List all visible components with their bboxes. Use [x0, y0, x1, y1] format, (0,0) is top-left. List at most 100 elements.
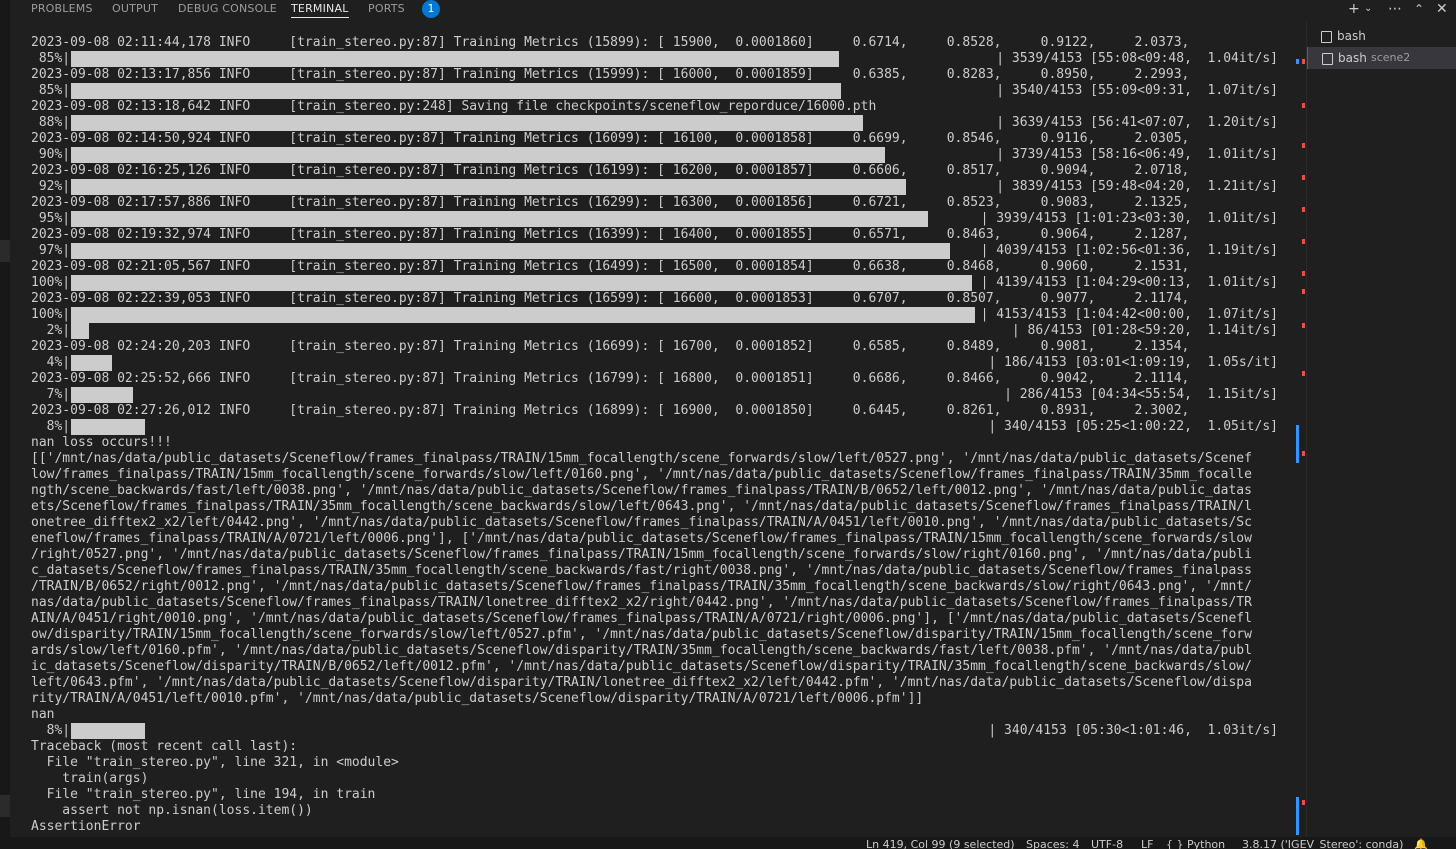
terminal-line: 2023-09-08 02:11:44,178 INFO [train_ster… — [31, 35, 1190, 50]
terminal-line: ow/disparity/TRAIN/15mm_focallength/scen… — [31, 627, 1252, 642]
info-mark — [1296, 425, 1299, 463]
progress-percent: 85%| — [31, 83, 71, 98]
progress-bar-fill — [71, 387, 133, 403]
error-mark — [1302, 207, 1305, 212]
progress-bar-fill — [71, 83, 841, 99]
terminal-icon — [1321, 31, 1332, 43]
terminal-item-bash-scene2[interactable]: bash scene2 — [1307, 47, 1456, 69]
progress-stats: | 286/4153 [04:34<55:54, 1.15it/s] — [1004, 387, 1278, 402]
plus-icon[interactable]: + — [1348, 0, 1360, 18]
progress-percent: 7%| — [31, 387, 71, 402]
progress-percent: 95%| — [31, 211, 71, 226]
terminal-line: assert not np.isnan(loss.item()) — [31, 803, 313, 818]
ellipsis-icon[interactable]: ⋯ — [1388, 0, 1402, 18]
error-mark — [1302, 59, 1305, 64]
progress-stats: | 186/4153 [03:01<1:09:19, 1.05s/it] — [988, 355, 1278, 370]
terminal-icon — [1322, 53, 1333, 65]
terminal-line: ets/Sceneflow/frames_finalpass/TRAIN/35m… — [31, 499, 1252, 514]
progress-percent: 92%| — [31, 179, 71, 194]
terminal-line: 2023-09-08 02:25:52,666 INFO [train_ster… — [31, 371, 1190, 386]
progress-bar-fill — [71, 275, 972, 291]
error-mark — [1302, 103, 1305, 108]
notifications-icon[interactable]: 🔔 — [1414, 838, 1428, 849]
terminal-line: File "train_stereo.py", line 194, in tra… — [31, 787, 376, 802]
terminal-line: nas/data/public_datasets/Sceneflow/frame… — [31, 595, 1252, 610]
language-mode[interactable]: { } Python — [1166, 838, 1225, 849]
progress-bar-fill — [71, 243, 950, 259]
progress-stats: | 4153/4153 [1:04:42<00:00, 1.07it/s] — [980, 307, 1278, 322]
progress-bar-fill — [71, 723, 145, 739]
indentation[interactable]: Spaces: 4 — [1026, 838, 1079, 849]
progress-percent: 2%| — [31, 323, 71, 338]
left-activity-strip — [0, 0, 10, 849]
terminal-line: 2023-09-08 02:14:50,924 INFO [train_ster… — [31, 131, 1190, 146]
cursor-position[interactable]: Ln 419, Col 99 (9 selected) — [866, 838, 1015, 849]
terminal-line: 2023-09-08 02:21:05,567 INFO [train_ster… — [31, 259, 1190, 274]
progress-stats: | 3839/4153 [59:48<04:20, 1.21it/s] — [996, 179, 1278, 194]
progress-stats: | 4139/4153 [1:04:29<00:13, 1.01it/s] — [980, 275, 1278, 290]
activity-mark — [0, 795, 10, 817]
terminal-line: ards/slow/left/0160.pfm', '/mnt/nas/data… — [31, 643, 1252, 658]
progress-stats: | 3939/4153 [1:01:23<03:30, 1.01it/s] — [980, 211, 1278, 226]
terminal-line: nan — [31, 707, 55, 722]
error-mark — [1302, 800, 1305, 805]
tab-debug-console[interactable]: DEBUG CONSOLE — [178, 1, 277, 21]
terminal-toolbar: + ⌄ ⋯ ⌃ ✕ — [1306, 0, 1456, 22]
progress-bar-fill — [71, 323, 89, 339]
encoding[interactable]: UTF-8 — [1091, 838, 1123, 849]
tab-ports[interactable]: PORTS — [368, 1, 405, 21]
terminal-output[interactable]: 2023-09-08 02:11:44,178 INFO [train_ster… — [31, 35, 1286, 835]
terminal-item-label: bash — [1337, 29, 1366, 43]
error-mark — [1302, 289, 1305, 294]
chevron-up-icon[interactable]: ⌃ — [1414, 0, 1424, 18]
terminal-line: ngth/scene_backwards/fast/left/0038.png'… — [31, 483, 1252, 498]
terminal-line: 2023-09-08 02:16:25,126 INFO [train_ster… — [31, 163, 1190, 178]
progress-bar-fill — [71, 419, 145, 435]
progress-stats: | 3540/4153 [55:09<09:31, 1.07it/s] — [996, 83, 1278, 98]
progress-bar-fill — [71, 51, 839, 67]
chevron-down-icon[interactable]: ⌄ — [1364, 0, 1372, 18]
close-icon[interactable]: ✕ — [1436, 0, 1448, 18]
terminal-line: eneflow/frames_finalpass/TRAIN/A/0721/le… — [31, 531, 1252, 546]
progress-bar-fill — [71, 307, 975, 323]
terminal-line: 2023-09-08 02:22:39,053 INFO [train_ster… — [31, 291, 1190, 306]
info-mark — [1296, 797, 1299, 835]
terminal-line: AssertionError — [31, 819, 141, 834]
progress-stats: | 3639/4153 [56:41<07:07, 1.20it/s] — [996, 115, 1278, 130]
progress-stats: | 86/4153 [01:28<59:20, 1.14it/s] — [1011, 323, 1278, 338]
terminal-line: AIN/A/0451/right/0010.png', '/mnt/nas/da… — [31, 611, 1252, 626]
progress-percent: 100%| — [31, 307, 71, 322]
python-interpreter[interactable]: 3.8.17 ('IGEV_Stereo': conda) — [1242, 838, 1403, 849]
terminal-line: File "train_stereo.py", line 321, in <mo… — [31, 755, 399, 770]
tab-terminal[interactable]: TERMINAL — [291, 1, 349, 18]
terminal-line: train(args) — [31, 771, 149, 786]
terminal-line: Traceback (most recent call last): — [31, 739, 298, 754]
error-mark — [1302, 451, 1305, 456]
terminal-line: low/frames_finalpass/TRAIN/15mm_focallen… — [31, 467, 1252, 482]
terminal-item-label: bash — [1338, 51, 1367, 65]
terminal-line: 2023-09-08 02:13:17,856 INFO [train_ster… — [31, 67, 1190, 82]
tab-problems[interactable]: PROBLEMS — [31, 1, 93, 21]
error-mark — [1302, 271, 1305, 276]
progress-stats: | 3539/4153 [55:08<09:48, 1.04it/s] — [996, 51, 1278, 66]
progress-percent: 4%| — [31, 355, 71, 370]
status-bar: Ln 419, Col 99 (9 selected) Spaces: 4 UT… — [0, 837, 1456, 849]
terminal-line: c_datasets/Sceneflow/frames_finalpass/TR… — [31, 563, 1252, 578]
progress-bar-fill — [71, 211, 928, 227]
progress-bar-fill — [71, 115, 863, 131]
progress-stats: | 340/4153 [05:30<1:01:46, 1.03it/s] — [988, 723, 1278, 738]
progress-percent: 90%| — [31, 147, 71, 162]
terminal-line: left/0643.pfm', '/mnt/nas/data/public_da… — [31, 675, 1252, 690]
progress-bar-fill — [71, 179, 906, 195]
progress-percent: 8%| — [31, 723, 71, 738]
terminal-line: onetree_difftex2_x2/left/0442.png', '/mn… — [31, 515, 1252, 530]
tab-output[interactable]: OUTPUT — [112, 1, 158, 21]
scrollbar-decorations[interactable] — [1294, 35, 1306, 835]
panel-tab-bar: PROBLEMS OUTPUT DEBUG CONSOLE TERMINAL P… — [10, 0, 1306, 22]
progress-stats: | 3739/4153 [58:16<06:49, 1.01it/s] — [996, 147, 1278, 162]
progress-percent: 100%| — [31, 275, 71, 290]
line-ending[interactable]: LF — [1141, 838, 1153, 849]
progress-percent: 97%| — [31, 243, 71, 258]
error-mark — [1302, 175, 1305, 180]
terminal-item-bash[interactable]: bash — [1307, 25, 1456, 47]
